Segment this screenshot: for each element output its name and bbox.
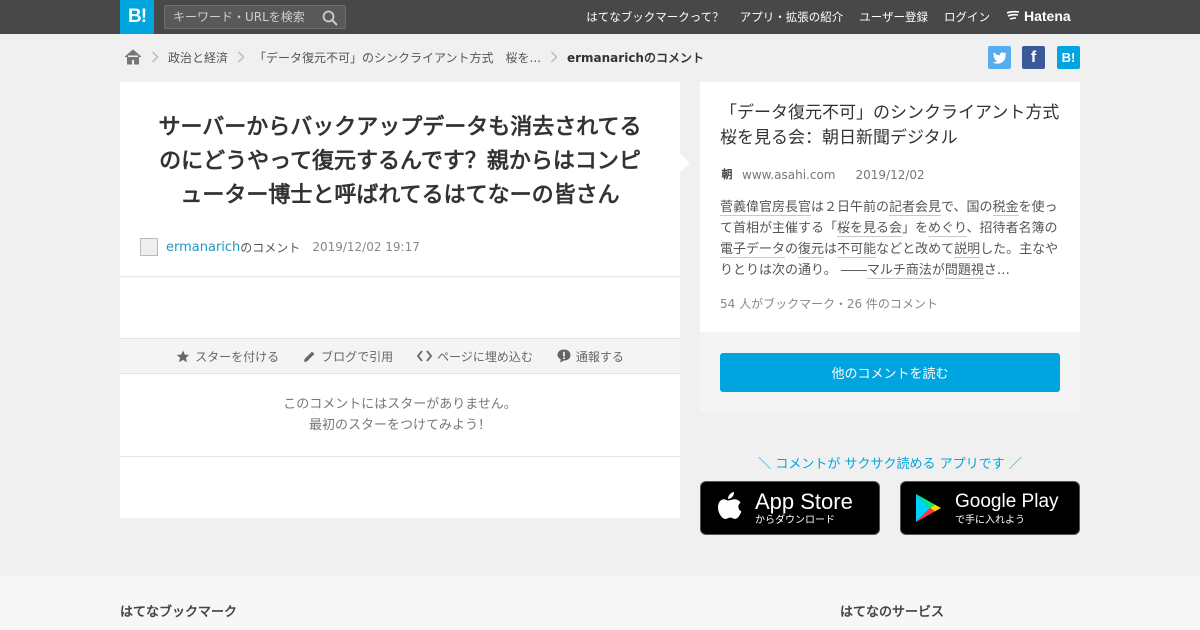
keyword-link[interactable]: マルチ商法 <box>866 263 932 279</box>
entry-domain[interactable]: www.asahi.com <box>742 168 836 182</box>
excerpt-text: さ… <box>983 263 1010 278</box>
footer-hatebu-title: はてなブックマーク <box>120 605 238 620</box>
action-bar: スターを付ける ブログで引用 ページに埋め込む 通報する <box>120 338 680 374</box>
app-store-button[interactable]: App Store からダウンロード <box>700 481 880 535</box>
keyword-link[interactable]: 税金 <box>992 200 1019 216</box>
excerpt-text: は <box>824 242 838 257</box>
site-favicon-icon: 朝 <box>721 168 733 181</box>
no-star-line2: 最初のスターをつけてみよう！ <box>308 418 491 433</box>
comment-date: 2019/12/02 19:17 <box>312 240 420 254</box>
chevron-right-icon <box>228 51 254 63</box>
breadcrumb-entry[interactable]: 「データ復元不可」のシンクライアント方式 桜を... <box>254 49 541 66</box>
nav-register[interactable]: ユーザー登録 <box>859 9 928 25</box>
divider <box>120 276 680 277</box>
search-icon[interactable] <box>322 10 338 26</box>
keyword-link[interactable]: 問題視 <box>944 263 984 279</box>
no-star-message: このコメントにはスターがありません。 最初のスターをつけてみよう！ <box>120 394 680 436</box>
keyword-link[interactable]: 不可能 <box>837 242 877 258</box>
entry-title[interactable]: 「データ復元不可」のシンクライアント方式 桜を見る会：朝日新聞デジタル <box>720 101 1076 151</box>
excerpt-text: は２日午前の <box>811 200 890 215</box>
keyword-link[interactable]: めぐり <box>928 221 967 237</box>
user-suffix: のコメント <box>240 240 301 255</box>
report-button[interactable]: 通報する <box>557 348 624 365</box>
divider <box>120 456 680 457</box>
entry-meta: 朝 www.asahi.com 2019/12/02 <box>720 167 925 183</box>
app-promo-text: ＼ コメントが サクサク読める アプリです ／ <box>758 457 1022 472</box>
apple-icon <box>701 491 755 525</box>
app-store-title: App Store <box>755 488 853 514</box>
chevron-right-icon <box>541 51 567 63</box>
app-store-subtitle: からダウンロード <box>755 514 835 526</box>
no-star-line1: このコメントにはスターがありません。 <box>283 397 517 412</box>
footer-services-title: はてなのサービス <box>840 605 945 620</box>
excerpt-text: の <box>785 242 799 257</box>
bookmark-counts[interactable]: 54 人がブックマーク・26 件のコメント <box>720 295 938 312</box>
blog-quote-button[interactable]: ブログで引用 <box>303 348 393 365</box>
embed-button[interactable]: ページに埋め込む <box>417 348 533 365</box>
chevron-right-icon <box>142 51 168 63</box>
excerpt-text: 、招待者名簿の <box>966 221 1058 236</box>
hatena-brand-text: Hatena <box>1024 8 1071 24</box>
breadcrumb-category[interactable]: 政治と経済 <box>168 49 228 66</box>
keyword-link[interactable]: 桜を見る会 <box>837 221 903 237</box>
facebook-share-button[interactable]: f <box>1022 46 1045 69</box>
google-play-title: Google Play <box>955 490 1059 512</box>
avatar[interactable] <box>140 238 158 256</box>
keyword-link[interactable]: 記者会見 <box>889 200 942 216</box>
keyword-link[interactable]: 電子データ <box>720 242 786 258</box>
embed-label: ページに埋め込む <box>437 349 533 364</box>
excerpt-text: で、国の <box>941 200 993 215</box>
entry-excerpt: 菅義偉官房長官は２日午前の記者会見で、国の税金を使って首相が主催する「桜を見る会… <box>720 197 1062 281</box>
nav-apps[interactable]: アプリ・拡張の紹介 <box>740 9 844 25</box>
google-play-subtitle: で手に入れよう <box>955 514 1025 526</box>
keyword-link[interactable]: 説明 <box>954 242 981 258</box>
twitter-icon <box>992 51 1007 64</box>
search-box[interactable] <box>164 5 346 29</box>
google-play-icon <box>901 492 955 524</box>
google-play-button[interactable]: Google Play で手に入れよう <box>900 481 1080 535</box>
hatena-bird-icon <box>1006 10 1020 20</box>
code-icon <box>417 350 433 362</box>
search-input[interactable] <box>173 8 313 26</box>
add-star-label: スターを付ける <box>195 349 280 364</box>
excerpt-text: などと改めて <box>876 242 955 257</box>
home-icon[interactable] <box>124 49 142 65</box>
comment-text: サーバーからバックアップデータも消去されてるのにどうやって復元するんです？親から… <box>158 115 642 208</box>
user-link[interactable]: ermanarich <box>166 240 240 255</box>
star-icon <box>176 350 190 362</box>
breadcrumb-current: ermanarichのコメント <box>566 50 704 65</box>
top-nav: はてなブックマークって？ アプリ・拡張の紹介 ユーザー登録 ログイン <box>586 0 990 34</box>
facebook-icon: f <box>1030 48 1037 66</box>
breadcrumb: 政治と経済 「データ復元不可」のシンクライアント方式 桜を... ermanar… <box>124 47 704 67</box>
comment-author: ermanarich のコメント 2019/12/02 19:17 <box>140 237 420 257</box>
card-pointer <box>678 152 690 174</box>
blog-quote-label: ブログで引用 <box>321 349 394 364</box>
nav-login[interactable]: ログイン <box>944 9 990 25</box>
report-label: 通報する <box>575 349 624 364</box>
nav-about[interactable]: はてなブックマークって？ <box>586 9 723 25</box>
excerpt-text: が <box>931 263 945 278</box>
keyword-link[interactable]: 復元 <box>798 242 825 258</box>
hatebu-icon: B! <box>1061 50 1076 65</box>
read-comments-button[interactable]: 他のコメントを読む <box>720 353 1060 392</box>
hatena-logo[interactable]: Hatena <box>1006 8 1071 24</box>
report-icon <box>557 349 571 363</box>
add-star-button[interactable]: スターを付ける <box>176 348 279 365</box>
hatebu-logo[interactable]: B! <box>120 0 154 34</box>
hatebu-share-button[interactable]: B! <box>1057 46 1080 69</box>
twitter-share-button[interactable] <box>988 46 1011 69</box>
excerpt-text: 」を <box>902 221 929 236</box>
entry-date: 2019/12/02 <box>855 168 925 182</box>
keyword-link[interactable]: 菅義偉官房長官 <box>720 200 812 216</box>
pencil-icon <box>304 351 315 362</box>
